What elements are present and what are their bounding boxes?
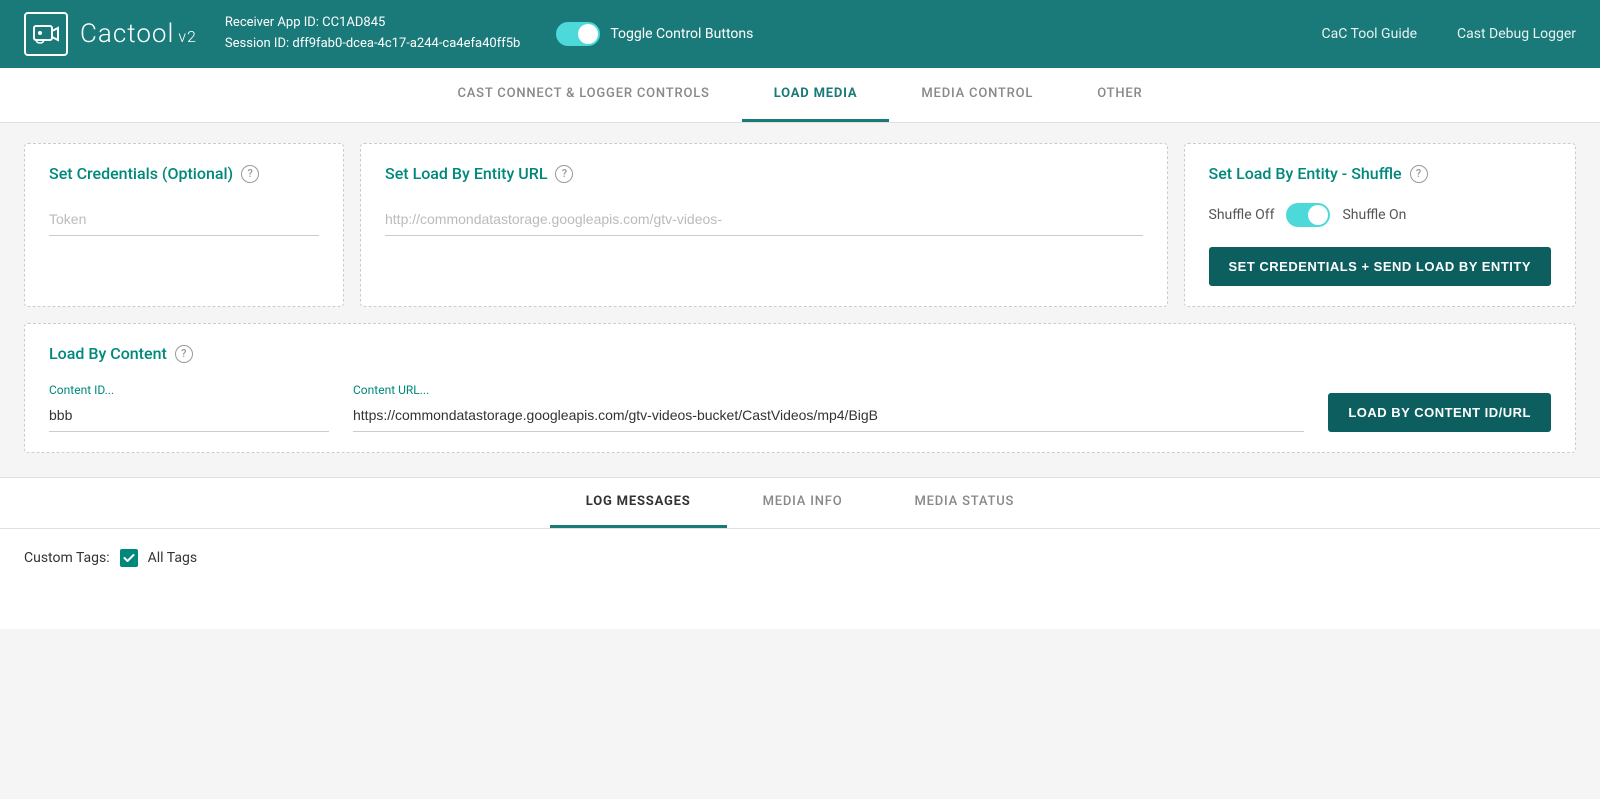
tab-log-messages[interactable]: LOG MESSAGES bbox=[550, 478, 727, 528]
load-by-content-button[interactable]: LOAD BY CONTENT ID/URL bbox=[1328, 393, 1551, 432]
entity-shuffle-help-icon[interactable]: ? bbox=[1410, 165, 1428, 183]
session-info: Receiver App ID: CC1AD845 Session ID: df… bbox=[225, 13, 520, 55]
entity-url-help-icon[interactable]: ? bbox=[555, 165, 573, 183]
all-tags-label: All Tags bbox=[148, 550, 197, 566]
content-id-group: Content ID... bbox=[49, 383, 329, 432]
entity-shuffle-card-title: Set Load By Entity - Shuffle ? bbox=[1209, 164, 1552, 183]
custom-tags-row: Custom Tags: All Tags bbox=[24, 549, 1576, 567]
load-content-row: Content ID... Content URL... LOAD BY CON… bbox=[49, 383, 1551, 432]
token-input[interactable] bbox=[49, 203, 319, 236]
receiver-id: Receiver App ID: CC1AD845 bbox=[225, 13, 520, 34]
tab-media-control[interactable]: MEDIA CONTROL bbox=[889, 68, 1065, 122]
custom-tags-label: Custom Tags: bbox=[24, 550, 110, 566]
logo: Cactoolv2 bbox=[24, 12, 197, 56]
shuffle-row: Shuffle Off Shuffle On bbox=[1209, 203, 1552, 227]
credentials-help-icon[interactable]: ? bbox=[241, 165, 259, 183]
cast-debug-logger-link[interactable]: Cast Debug Logger bbox=[1457, 26, 1576, 42]
shuffle-on-label: Shuffle On bbox=[1342, 207, 1406, 223]
shuffle-off-label: Shuffle Off bbox=[1209, 207, 1275, 223]
load-by-content-title: Load By Content ? bbox=[49, 344, 1551, 363]
app-header: Cactoolv2 Receiver App ID: CC1AD845 Sess… bbox=[0, 0, 1600, 68]
entity-url-card-title: Set Load By Entity URL ? bbox=[385, 164, 1143, 183]
logo-text: Cactoolv2 bbox=[80, 19, 197, 49]
logo-icon bbox=[24, 12, 68, 56]
set-credentials-send-button[interactable]: SET CREDENTIALS + SEND LOAD BY ENTITY bbox=[1209, 247, 1552, 286]
cac-tool-guide-link[interactable]: CaC Tool Guide bbox=[1322, 26, 1418, 42]
header-nav: CaC Tool Guide Cast Debug Logger bbox=[1322, 26, 1577, 42]
tab-load-media[interactable]: LOAD MEDIA bbox=[742, 68, 890, 122]
tab-cast-connect[interactable]: CAST CONNECT & LOGGER CONTROLS bbox=[425, 68, 741, 122]
top-cards-row: Set Credentials (Optional) ? Set Load By… bbox=[24, 143, 1576, 307]
control-toggle[interactable] bbox=[556, 22, 600, 46]
content-id-input[interactable] bbox=[49, 399, 329, 432]
bottom-section: LOG MESSAGES MEDIA INFO MEDIA STATUS Cus… bbox=[0, 477, 1600, 629]
load-by-content-card: Load By Content ? Content ID... Content … bbox=[24, 323, 1576, 453]
main-content: Set Credentials (Optional) ? Set Load By… bbox=[0, 123, 1600, 473]
main-tab-bar: CAST CONNECT & LOGGER CONTROLS LOAD MEDI… bbox=[0, 68, 1600, 123]
shuffle-toggle[interactable] bbox=[1286, 203, 1330, 227]
entity-url-input[interactable] bbox=[385, 203, 1143, 236]
session-id: Session ID: dff9fab0-dcea-4c17-a244-ca4e… bbox=[225, 34, 520, 55]
credentials-card-title: Set Credentials (Optional) ? bbox=[49, 164, 319, 183]
tab-other[interactable]: OTHER bbox=[1065, 68, 1174, 122]
tab-media-status[interactable]: MEDIA STATUS bbox=[878, 478, 1050, 528]
content-id-label: Content ID... bbox=[49, 383, 329, 397]
bottom-content-area: Custom Tags: All Tags bbox=[0, 529, 1600, 629]
entity-shuffle-card: Set Load By Entity - Shuffle ? Shuffle O… bbox=[1184, 143, 1577, 307]
content-url-input[interactable] bbox=[353, 399, 1304, 432]
all-tags-checkbox[interactable] bbox=[120, 549, 138, 567]
tab-media-info[interactable]: MEDIA INFO bbox=[727, 478, 879, 528]
content-url-label: Content URL... bbox=[353, 383, 1304, 397]
toggle-label: Toggle Control Buttons bbox=[610, 26, 753, 42]
content-url-group: Content URL... bbox=[353, 383, 1304, 432]
load-by-content-help-icon[interactable]: ? bbox=[175, 345, 193, 363]
bottom-tab-bar: LOG MESSAGES MEDIA INFO MEDIA STATUS bbox=[0, 478, 1600, 529]
entity-url-card: Set Load By Entity URL ? bbox=[360, 143, 1168, 307]
credentials-card: Set Credentials (Optional) ? bbox=[24, 143, 344, 307]
toggle-section: Toggle Control Buttons bbox=[556, 22, 753, 46]
